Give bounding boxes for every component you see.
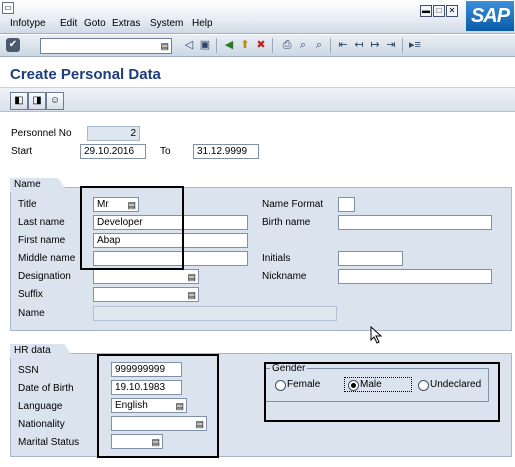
cancel-icon[interactable]: ✖ <box>254 38 268 52</box>
find-next-icon[interactable]: ⌕ <box>312 38 326 52</box>
previous-record-icon[interactable]: ◧ <box>10 92 28 110</box>
history-back-icon[interactable]: ◁ <box>182 38 196 52</box>
minimize-icon[interactable]: ▬ <box>420 5 432 17</box>
personnel-no-label: Personnel No <box>11 128 72 139</box>
save-icon[interactable]: ▣ <box>198 38 212 52</box>
marital-status-label: Marital Status <box>18 437 80 448</box>
first-page-icon[interactable]: ⇤ <box>336 38 350 52</box>
name-format-label: Name Format <box>262 199 324 210</box>
designation-field[interactable]: ▤ <box>93 269 199 284</box>
prev-page-icon[interactable]: ↤ <box>352 38 366 52</box>
dropdown-icon[interactable]: ▤ <box>187 271 196 283</box>
suffix-label: Suffix <box>18 289 43 300</box>
standard-toolbar: ✔ ▤ ◁ ▣ ◀ ⬆ ✖ ⎙ ⌕ ⌕ ⇤ ↤ ↦ ⇥ ▸≡ <box>0 35 515 57</box>
application-toolbar <box>0 88 515 112</box>
menu-edit[interactable]: Edit <box>60 18 77 29</box>
middle-name-label: Middle name <box>18 253 76 264</box>
hr-data-group-title: HR data <box>10 344 74 358</box>
exit-icon[interactable]: ⬆ <box>238 38 252 52</box>
nationality-label: Nationality <box>18 419 65 430</box>
menu-system[interactable]: System <box>150 18 183 29</box>
initials-label: Initials <box>262 253 291 264</box>
name-label: Name <box>18 308 45 319</box>
maximize-icon[interactable]: □ <box>433 5 445 17</box>
menu-infotype[interactable]: Infotype <box>10 18 46 29</box>
menu-bar: ▭ Infotype Edit Goto Extras System Help … <box>0 0 515 34</box>
name-field <box>93 306 337 321</box>
highlight-box <box>264 362 500 422</box>
start-date-field[interactable]: 29.10.2016 <box>80 144 146 159</box>
dropdown-icon[interactable]: ▤ <box>160 41 169 52</box>
next-page-icon[interactable]: ↦ <box>368 38 382 52</box>
name-group-title: Name <box>10 178 68 192</box>
page-title: Create Personal Data <box>10 66 161 83</box>
find-icon[interactable]: ⌕ <box>296 38 310 52</box>
menu-extras[interactable]: Extras <box>112 18 140 29</box>
nickname-label: Nickname <box>262 271 307 282</box>
first-name-label: First name <box>18 235 66 246</box>
last-name-label: Last name <box>18 217 65 228</box>
menu-goto[interactable]: Goto <box>84 18 106 29</box>
ssn-label: SSN <box>18 365 39 376</box>
highlight-box <box>80 186 184 270</box>
designation-label: Designation <box>18 271 71 282</box>
person-icon[interactable]: ☺ <box>46 92 64 110</box>
sap-logo: SAP <box>466 1 514 31</box>
highlight-box <box>97 354 219 458</box>
birth-name-field[interactable] <box>338 215 492 230</box>
start-label: Start <box>11 146 33 157</box>
nickname-field[interactable] <box>338 269 492 284</box>
initials-field[interactable] <box>338 251 403 266</box>
dropdown-icon[interactable]: ▤ <box>187 289 196 301</box>
next-record-icon[interactable]: ◨ <box>28 92 46 110</box>
last-page-icon[interactable]: ⇥ <box>384 38 398 52</box>
mouse-cursor-icon <box>370 326 383 344</box>
back-icon[interactable]: ◀ <box>222 38 236 52</box>
close-icon[interactable]: ✕ <box>446 5 458 17</box>
title-label: Title <box>18 199 37 210</box>
system-menu-icon[interactable]: ▭ <box>2 2 14 14</box>
birth-name-label: Birth name <box>262 217 311 228</box>
end-date-field[interactable]: 31.12.9999 <box>193 144 259 159</box>
command-field[interactable]: ▤ <box>40 38 172 54</box>
suffix-field[interactable]: ▤ <box>93 287 199 302</box>
help-icon[interactable]: ▸≡ <box>408 38 422 52</box>
name-format-field[interactable] <box>338 197 355 212</box>
to-label: To <box>160 146 171 157</box>
personnel-no-field: 2 <box>87 126 140 141</box>
language-label: Language <box>18 401 63 412</box>
ok-icon[interactable]: ✔ <box>6 38 20 52</box>
menu-help[interactable]: Help <box>192 18 213 29</box>
print-icon[interactable]: ⎙ <box>280 38 294 52</box>
dob-label: Date of Birth <box>18 383 74 394</box>
